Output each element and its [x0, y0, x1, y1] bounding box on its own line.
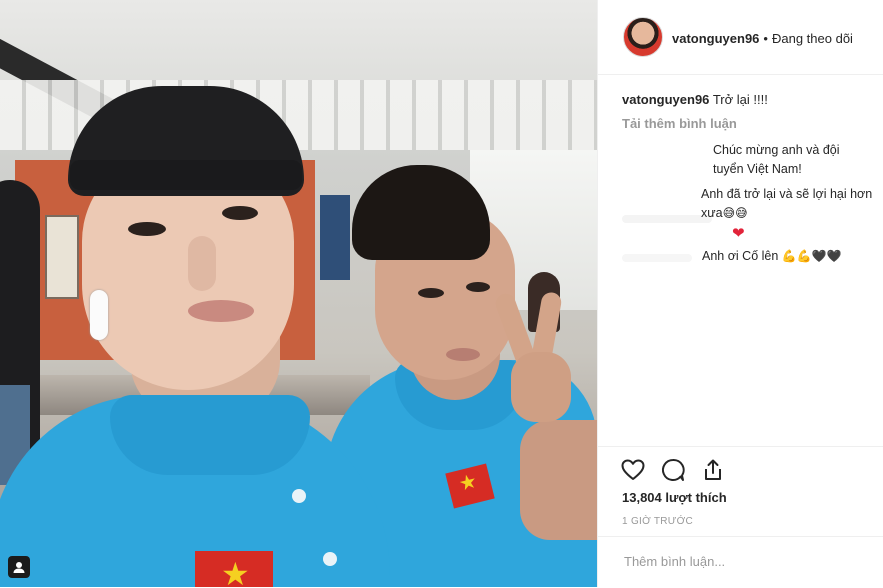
caption: vatonguyen96 Trở lại !!!! — [622, 91, 867, 109]
blurred-username — [622, 215, 712, 223]
photo-flag-star: ★ — [221, 556, 250, 587]
action-bar — [598, 446, 883, 481]
likes-count[interactable]: 13,804 lượt thích — [622, 490, 727, 505]
comment-item: Anh ơi Cố lên 💪💪🖤🖤 — [702, 247, 872, 266]
photo-man2-arm — [520, 420, 597, 540]
follow-status-button[interactable]: Đang theo dõi — [772, 31, 853, 46]
post-side-panel: vatonguyen96 • Đang theo dõi vatonguyen96 … — [597, 0, 883, 587]
comment-emoji: 😅😅 — [722, 206, 748, 220]
caption-text: Trở lại !!!! — [712, 92, 768, 107]
load-more-comments-button[interactable]: Tải thêm bình luận — [622, 116, 737, 131]
photo-man2-lips — [446, 348, 480, 361]
photo-man1-cap-brim — [70, 160, 302, 190]
photo-poster — [45, 215, 79, 299]
photo-man1-eye — [128, 222, 166, 236]
share-icon[interactable] — [700, 457, 728, 485]
photo-man1-nose — [188, 236, 216, 291]
post-header: vatonguyen96 • Đang theo dõi — [598, 0, 883, 75]
avatar[interactable] — [623, 17, 663, 57]
post-timestamp[interactable]: 1 GIỜ TRƯỚC — [622, 516, 693, 527]
photo-man2-eye — [418, 288, 444, 298]
person-tag-icon[interactable] — [8, 556, 30, 578]
comment-icon[interactable] — [660, 457, 688, 485]
separator-dot: • — [763, 31, 768, 46]
comment-emoji: 💪💪🖤🖤 — [781, 249, 842, 263]
blurred-username — [622, 254, 692, 262]
photo-man1-eye — [222, 206, 258, 220]
photo-man1-collar — [110, 395, 310, 475]
comment-item: ❤ — [732, 224, 745, 243]
heart-icon[interactable] — [620, 457, 648, 485]
comment-text: Anh ơi Cố lên — [702, 249, 779, 263]
heart-emoji: ❤ — [732, 224, 745, 242]
caption-username[interactable]: vatonguyen96 — [622, 92, 709, 107]
add-comment-bar — [598, 536, 883, 588]
photo-poster — [320, 195, 350, 280]
comment-item: Chúc mừng anh và đội tuyển Việt Nam! — [713, 141, 863, 179]
header-line: vatonguyen96 • Đang theo dõi — [672, 31, 853, 46]
comment-text: Chúc mừng anh và đội tuyển Việt Nam! — [713, 143, 840, 176]
photo-man1-lips — [188, 300, 254, 322]
photo-shirt-button — [323, 552, 337, 566]
add-comment-input[interactable] — [622, 553, 866, 570]
photo-peace-sign — [492, 290, 576, 422]
photo-shirt-button — [292, 489, 306, 503]
comment-item: Anh đã trở lại và sẽ lợi hại hơn xưa😅😅 — [701, 185, 873, 223]
photo-earbud — [90, 290, 108, 340]
photo-man2-eye — [466, 282, 490, 292]
post-photo[interactable]: ★ ★ — [0, 0, 597, 587]
username-link[interactable]: vatonguyen96 — [672, 31, 759, 46]
